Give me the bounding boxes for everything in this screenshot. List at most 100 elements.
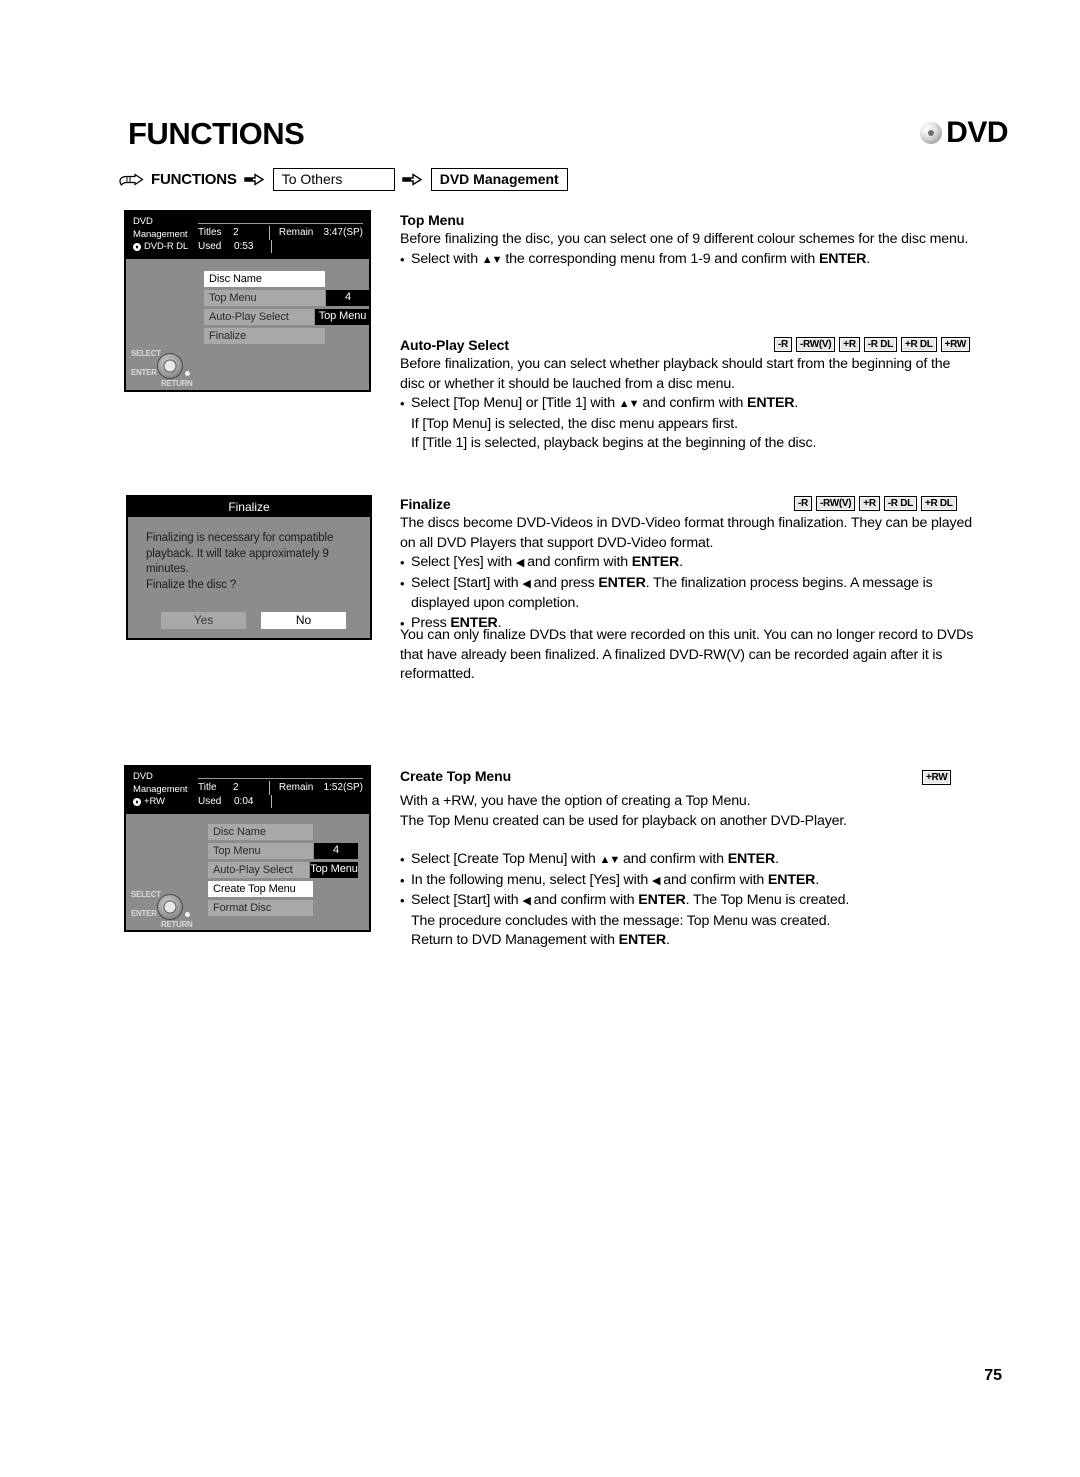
osd-stats: Titles 2 Remain 3:47(SP) Used 0:53 bbox=[198, 223, 363, 253]
arrow-right-icon bbox=[244, 172, 266, 187]
paragraph: You can only finalize DVDs that were rec… bbox=[400, 627, 974, 682]
menu-item-value: Top Menu bbox=[315, 309, 369, 325]
page-title: FUNCTIONS bbox=[128, 116, 305, 151]
bullet-text-post: . The Top Menu is created. bbox=[685, 892, 850, 908]
stats-divider-2 bbox=[271, 239, 272, 253]
remain-value: 1:52(SP) bbox=[323, 782, 363, 793]
disc-badge: +R DL bbox=[900, 337, 937, 352]
osd-title-line2: Management bbox=[133, 228, 188, 240]
up-down-arrows-icon: ▲▼ bbox=[618, 398, 640, 410]
menu-item-finalize[interactable]: Finalize bbox=[204, 328, 369, 344]
yes-button[interactable]: Yes bbox=[161, 612, 246, 629]
menu-item-create-top-menu[interactable]: Create Top Menu bbox=[208, 881, 358, 897]
disc-badge: -RW(V) bbox=[815, 496, 856, 511]
used-value: 0:04 bbox=[234, 795, 254, 807]
disc-badge: -R DL bbox=[863, 337, 897, 352]
joystick-enter-label: ENTER bbox=[131, 909, 157, 918]
stats-divider bbox=[268, 226, 270, 240]
bullet-text: Select [Start] with ◀ and confirm with E… bbox=[411, 891, 982, 912]
sub-text-pre: Return to DVD Management with bbox=[411, 932, 619, 948]
key-enter: ENTER bbox=[631, 554, 680, 570]
paragraph-1: With a +RW, you have the option of creat… bbox=[400, 793, 751, 809]
pointing-hand-icon bbox=[118, 172, 144, 187]
bullet-text: Select [Top Menu] or [Title 1] with ▲▼ a… bbox=[411, 394, 970, 415]
titles-value: 2 bbox=[232, 227, 239, 238]
menu-item-auto-play-select[interactable]: Auto-Play Select Top Menu bbox=[208, 862, 358, 878]
bullet-item: • Select with ▲▼ the corresponding menu … bbox=[400, 250, 970, 271]
disc-badge: +R bbox=[859, 496, 880, 511]
no-button[interactable]: No bbox=[261, 612, 346, 629]
dialog-title: Finalize bbox=[128, 497, 370, 517]
bullet-text-mid: and confirm with bbox=[659, 871, 768, 888]
bullet-marker: • bbox=[400, 872, 405, 888]
menu-item-disc-name[interactable]: Disc Name bbox=[208, 824, 358, 840]
disc-badge: -RW(V) bbox=[795, 337, 836, 352]
osd-title-line1: DVD bbox=[133, 216, 153, 227]
bullet-text-mid: and press bbox=[529, 574, 599, 591]
osd-disc-type-label: DVD-R DL bbox=[144, 241, 189, 253]
bullet-marker: • bbox=[400, 893, 405, 908]
joystick-return-label: RETURN bbox=[161, 920, 193, 929]
osd-header: DVD Management DVD-R DL Titles 2 Remain … bbox=[126, 212, 369, 259]
bullet-text-pre: Select [Start] with bbox=[411, 574, 523, 591]
menu-item-top-menu[interactable]: Top Menu 4 bbox=[208, 843, 358, 859]
bullet-marker: • bbox=[400, 575, 405, 591]
osd-title-line2: Management bbox=[133, 783, 188, 795]
breadcrumb-step-to-others[interactable]: To Others bbox=[272, 168, 395, 192]
joystick-select-label: SELECT bbox=[131, 349, 161, 358]
osd-disc-type: DVD-R DL bbox=[133, 241, 188, 254]
dialog-buttons: Yes No bbox=[128, 593, 370, 629]
key-enter: ENTER bbox=[618, 932, 666, 948]
menu-item-value: 4 bbox=[314, 843, 358, 859]
joystick-select-label: SELECT bbox=[131, 890, 161, 899]
up-down-arrows-icon: ▲▼ bbox=[481, 253, 503, 266]
bullet-text-mid: and confirm with bbox=[523, 554, 632, 570]
return-dot-icon bbox=[185, 912, 190, 917]
section-body: Before finalization, you can select whet… bbox=[400, 355, 970, 454]
used-label: Used bbox=[198, 240, 222, 252]
bullet-text-mid: and confirm with bbox=[529, 892, 639, 908]
joystick-icon-2: SELECT ENTER RETURN bbox=[131, 886, 205, 930]
osd-title-line1: DVD bbox=[133, 771, 153, 782]
key-enter: ENTER bbox=[727, 851, 776, 867]
dialog-message-line1: Finalizing is necessary for compatible bbox=[146, 532, 334, 544]
stats-divider bbox=[268, 781, 270, 795]
dvd-logo: DVD bbox=[920, 118, 1008, 148]
osd-header-title-2: DVD Management +RW bbox=[133, 771, 188, 809]
bullet-text-pre: Select [Start] with bbox=[411, 892, 523, 908]
mini-disc-icon bbox=[133, 243, 141, 252]
disc-badges-create-top-menu: +RW bbox=[922, 770, 952, 785]
bullet-marker: • bbox=[400, 396, 405, 411]
bullet-text-pre: Select [Yes] with bbox=[411, 554, 516, 570]
joystick-enter-label: ENTER bbox=[131, 368, 157, 377]
bullet-marker: • bbox=[400, 555, 405, 570]
key-enter: ENTER bbox=[747, 395, 795, 411]
menu-item-auto-play-select[interactable]: Auto-Play Select Top Menu bbox=[204, 309, 369, 325]
paragraph: Before finalizing the disc, you can sele… bbox=[400, 231, 969, 247]
osd-stats-2: Title 2 Remain 1:52(SP) Used 0:04 bbox=[198, 778, 363, 808]
key-enter: ENTER bbox=[598, 574, 646, 591]
osd-header-2: DVD Management +RW Title 2 Remain 1:52(S… bbox=[126, 767, 369, 814]
stats-divider-2 bbox=[271, 794, 272, 808]
section-heading: Top Menu bbox=[400, 212, 465, 228]
menu-item-disc-name[interactable]: Disc Name bbox=[204, 271, 369, 287]
section-finalize: Finalize The discs become DVD-Videos in … bbox=[400, 496, 978, 633]
bullet-text-pre: Select [Top Menu] or [Title 1] with bbox=[411, 395, 619, 411]
menu-item-format-disc[interactable]: Format Disc bbox=[208, 900, 358, 916]
breadcrumb-step-dvd-management[interactable]: DVD Management bbox=[430, 168, 568, 192]
breadcrumb-root: FUNCTIONS bbox=[151, 171, 237, 189]
breadcrumb: FUNCTIONS To Others DVD Management bbox=[118, 168, 568, 192]
menu-item-label: Auto-Play Select bbox=[208, 862, 309, 878]
titles-label: Titles bbox=[198, 227, 222, 238]
section-auto-play-select: Auto-Play Select Before finalization, yo… bbox=[400, 337, 970, 454]
section-create-top-menu: Create Top Menu With a +RW, you have the… bbox=[400, 768, 982, 951]
disc-badges-auto-play: -R -RW(V) +R -R DL +R DL +RW bbox=[774, 337, 971, 352]
menu-item-label: Top Menu bbox=[208, 843, 313, 859]
page-number: 75 bbox=[984, 1367, 1002, 1384]
remain-label: Remain bbox=[278, 227, 314, 238]
section-body: With a +RW, you have the option of creat… bbox=[400, 786, 982, 951]
menu-item-top-menu[interactable]: Top Menu 4 bbox=[204, 290, 369, 306]
paragraph-2: The Top Menu created can be used for pla… bbox=[400, 812, 847, 829]
osd-disc-type-2: +RW bbox=[133, 796, 187, 809]
arrow-right-icon-2 bbox=[402, 172, 424, 187]
